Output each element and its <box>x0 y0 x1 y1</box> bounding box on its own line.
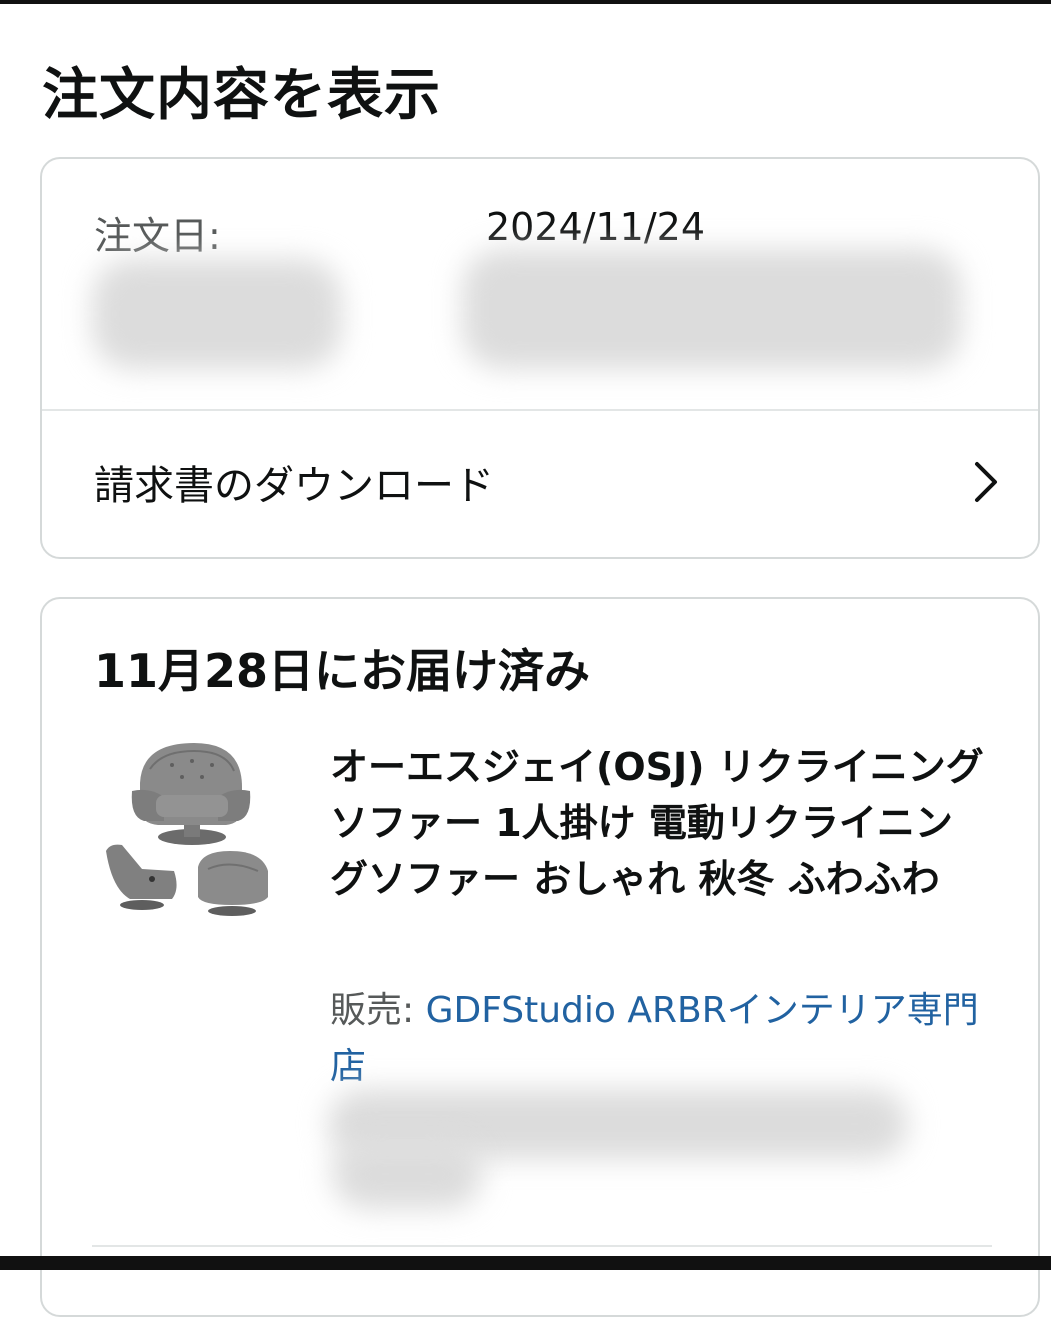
order-summary-card: 注文日: 2024/11/24 請求書のダウンロード <box>40 157 1040 559</box>
invoice-download-row[interactable]: 請求書のダウンロード <box>42 409 1038 557</box>
seller-line: 販売: GDFStudio ARBRインテリア専門店 <box>330 983 990 1095</box>
delivery-status: 11月28日にお届け済み <box>94 644 591 698</box>
seller-prefix: 販売: <box>330 990 426 1031</box>
bottom-edge <box>0 1256 1051 1270</box>
invoice-download-label: 請求書のダウンロード <box>94 463 494 509</box>
seller-link[interactable]: GDFStudio ARBRインテリア専門店 <box>330 990 979 1087</box>
order-date-label: 注文日: <box>94 214 221 258</box>
delivery-card: 11月28日にお届け済み オーエスジェイ(OSJ) リクライニングソファー 1人… <box>40 597 1040 1317</box>
product-title-link[interactable]: オーエスジェイ(OSJ) リクライニングソファー 1人掛け 電動リクライニングソ… <box>330 739 990 907</box>
recliner-chair-image[interactable] <box>102 739 282 929</box>
chevron-right-icon <box>975 462 997 502</box>
redacted-order-number-label <box>92 259 342 369</box>
page-title: 注文内容を表示 <box>42 63 441 128</box>
redacted-order-number-value <box>462 249 962 369</box>
delivery-divider <box>92 1245 992 1247</box>
redacted-return-info-2 <box>332 1139 482 1209</box>
top-edge <box>0 0 1051 4</box>
order-date-value: 2024/11/24 <box>486 205 706 249</box>
